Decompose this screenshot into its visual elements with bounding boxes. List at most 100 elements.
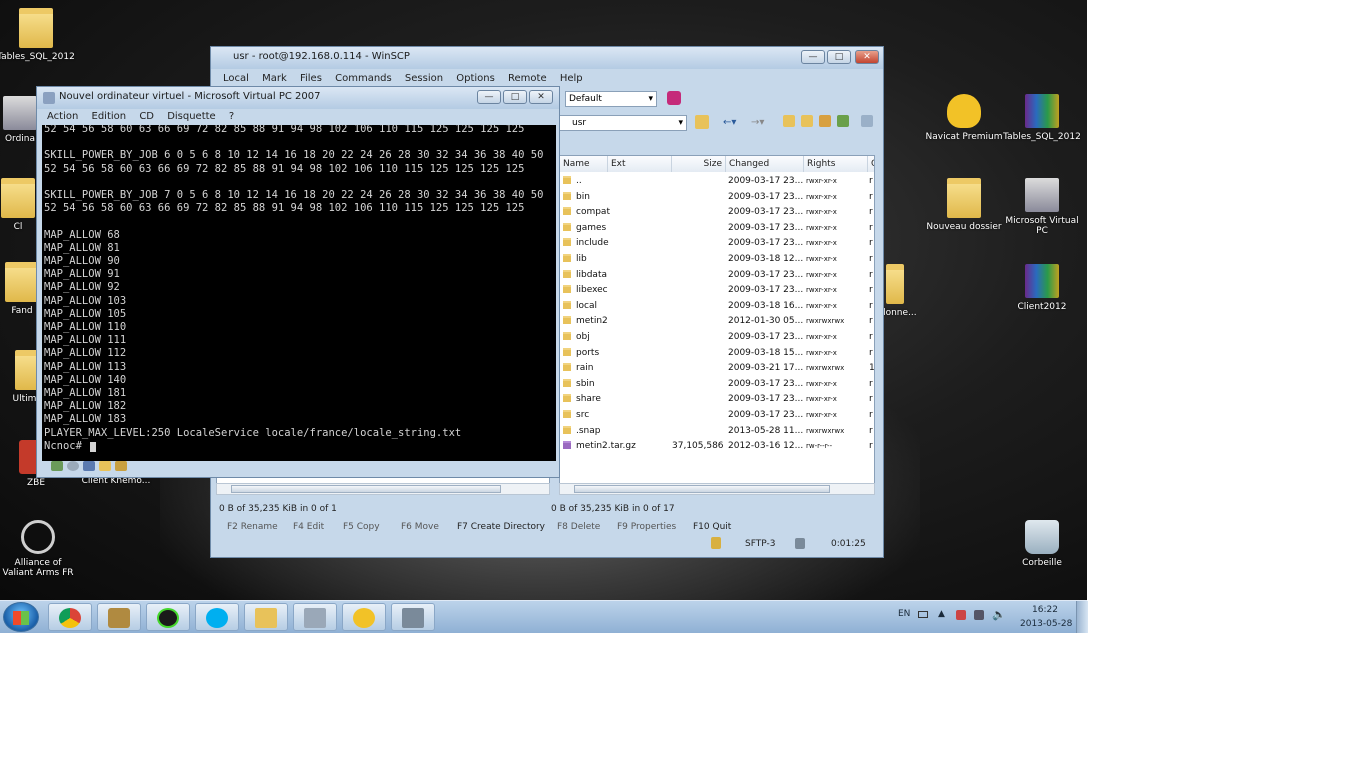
vm-console-screen[interactable]: 52 54 56 58 60 63 66 69 72 82 85 88 91 9… (42, 125, 556, 461)
open-folder-icon[interactable] (695, 115, 709, 129)
fkey-delete[interactable]: F8 Delete (557, 522, 600, 532)
maximize-button[interactable]: □ (827, 50, 851, 64)
column-header-rights[interactable]: Rights (804, 156, 868, 172)
table-row[interactable]: include 2009-03-17 23... rwxr-xr-x r (560, 236, 874, 251)
show-hidden-icons-icon[interactable]: ▲ (938, 609, 945, 619)
home-icon[interactable] (819, 115, 831, 127)
start-button[interactable] (3, 602, 39, 632)
keyboard-icon[interactable] (918, 611, 928, 618)
taskbar-navicat[interactable] (342, 603, 386, 631)
local-scrollbar[interactable] (216, 483, 550, 495)
menu-mark[interactable]: Mark (262, 73, 287, 84)
vpc-titlebar[interactable]: Nouvel ordinateur virtuel - Microsoft Vi… (37, 87, 559, 109)
table-row[interactable]: ports 2009-03-18 15... rwxr-xr-x r (560, 346, 874, 361)
taskbar-razer[interactable] (146, 603, 190, 631)
desktop-icon-corbeille[interactable]: Corbeille (1002, 520, 1082, 568)
refresh-icon[interactable] (837, 115, 849, 127)
table-row[interactable]: sbin 2009-03-17 23... rwxr-xr-x r (560, 377, 874, 392)
shared-folder-icon[interactable] (99, 461, 111, 471)
table-row[interactable]: src 2009-03-17 23... rwxr-xr-x r (560, 408, 874, 423)
fkey-quit[interactable]: F10 Quit (693, 522, 731, 532)
fkey-properties[interactable]: F9 Properties (617, 522, 676, 532)
table-row[interactable]: .snap 2013-05-28 11... rwxrwxrwx r (560, 424, 874, 439)
show-desktop-button[interactable] (1076, 601, 1088, 633)
taskbar-skype[interactable] (195, 603, 239, 631)
menu-files[interactable]: Files (300, 73, 322, 84)
language-indicator[interactable]: EN (898, 609, 910, 619)
table-row[interactable]: share 2009-03-17 23... rwxr-xr-x r (560, 392, 874, 407)
fkey-edit[interactable]: F4 Edit (293, 522, 324, 532)
menu-options[interactable]: Options (456, 73, 495, 84)
table-row[interactable]: metin2.tar.gz 37,105,586 2012-03-16 12... r… (560, 439, 874, 454)
cd-drive-icon[interactable] (67, 461, 79, 471)
parent-dir-icon[interactable] (783, 115, 795, 127)
maximize-button[interactable]: □ (503, 90, 527, 104)
winscp-titlebar[interactable]: usr - root@192.168.0.114 - WinSCP — □ ✕ (211, 47, 883, 69)
table-row[interactable]: compat 2009-03-17 23... rwxr-xr-x r (560, 205, 874, 220)
menu-action[interactable]: Action (47, 111, 78, 122)
root-dir-icon[interactable] (801, 115, 813, 127)
remote-scrollbar[interactable] (559, 483, 875, 495)
taskbar-game[interactable] (97, 603, 141, 631)
column-header-ext[interactable]: Ext (608, 156, 672, 172)
menu-cd[interactable]: CD (139, 111, 154, 122)
close-button[interactable]: ✕ (855, 50, 879, 64)
table-row[interactable]: lib 2009-03-18 12... rwxr-xr-x r (560, 252, 874, 267)
desktop-icon-nouveau-dossier[interactable]: Nouveau dossier (924, 178, 1004, 232)
fkey-move[interactable]: F6 Move (401, 522, 439, 532)
menu-edition[interactable]: Edition (92, 111, 127, 122)
volume-icon[interactable]: 🔈 (992, 608, 1006, 621)
clock-time[interactable]: 16:22 (1032, 605, 1058, 615)
table-row[interactable]: libexec 2009-03-17 23... rwxr-xr-x r (560, 283, 874, 298)
table-row[interactable]: .. 2009-03-17 23... rwxr-xr-x r (560, 174, 874, 189)
fkey-rename[interactable]: F2 Rename (227, 522, 278, 532)
taskbar-winscp[interactable] (391, 603, 435, 631)
fkey-create-directory[interactable]: F7 Create Directory (457, 522, 545, 532)
menu-remote[interactable]: Remote (508, 73, 547, 84)
taskbar-chrome[interactable] (48, 603, 92, 631)
network-icon[interactable] (974, 610, 984, 620)
column-header-owner[interactable]: O (868, 156, 874, 172)
network-icon[interactable] (51, 461, 63, 471)
forward-arrow-icon[interactable]: →▾ (751, 117, 764, 128)
menu-help[interactable]: Help (560, 73, 583, 84)
table-row[interactable]: bin 2009-03-17 23... rwxr-xr-x r (560, 190, 874, 205)
desktop-icon-ava[interactable]: Alliance of Valiant Arms FR (0, 520, 78, 578)
table-row[interactable]: games 2009-03-17 23... rwxr-xr-x r (560, 221, 874, 236)
minimize-button[interactable]: — (477, 90, 501, 104)
column-header-changed[interactable]: Changed (726, 156, 804, 172)
table-row[interactable]: libdata 2009-03-17 23... rwxr-xr-x r (560, 268, 874, 283)
desktop-icon-tables-sql-left[interactable]: Tables_SQL_2012 (0, 8, 76, 62)
table-row[interactable]: metin2 2012-01-30 05... rwxrwxrwx r (560, 314, 874, 329)
action-center-icon[interactable] (956, 610, 966, 620)
menu-session[interactable]: Session (405, 73, 443, 84)
session-select[interactable]: Default ▾ (565, 91, 657, 107)
virtual-pc-window[interactable]: Nouvel ordinateur virtuel - Microsoft Vi… (36, 86, 560, 478)
menu-disquette[interactable]: Disquette (167, 111, 216, 122)
tree-view-icon[interactable] (861, 115, 873, 127)
taskbar-virtual-pc[interactable] (293, 603, 337, 631)
floppy-icon[interactable] (83, 461, 95, 471)
desktop-icon-client2012[interactable]: Client2012 (1002, 264, 1082, 312)
table-row[interactable]: rain 2009-03-21 17... rwxrwxrwx 1 (560, 361, 874, 376)
desktop-icon-virtual-pc[interactable]: Microsoft Virtual PC (1002, 178, 1082, 236)
menu-local[interactable]: Local (223, 73, 249, 84)
hard-disk-icon[interactable] (115, 461, 127, 471)
close-button[interactable]: ✕ (529, 90, 553, 104)
session-color-icon[interactable] (667, 91, 681, 105)
menu-commands[interactable]: Commands (335, 73, 392, 84)
remote-path-select[interactable]: usr ▾ (559, 115, 687, 131)
table-row[interactable]: obj 2009-03-17 23... rwxr-xr-x r (560, 330, 874, 345)
menu-help[interactable]: ? (229, 111, 234, 122)
remote-file-pane[interactable]: Name Ext Size Changed Rights O .. 2009-03… (559, 155, 875, 485)
minimize-button[interactable]: — (801, 50, 825, 64)
taskbar-explorer[interactable] (244, 603, 288, 631)
clock-date[interactable]: 2013-05-28 (1020, 619, 1072, 629)
table-row[interactable]: local 2009-03-18 16... rwxr-xr-x r (560, 299, 874, 314)
column-header-size[interactable]: Size (672, 156, 726, 172)
desktop-icon-navicat[interactable]: Navicat Premium (924, 94, 1004, 142)
desktop-icon-tables-sql-right[interactable]: Tables_SQL_2012 (1002, 94, 1082, 142)
back-arrow-icon[interactable]: ←▾ (723, 117, 736, 128)
column-header-name[interactable]: Name (560, 156, 608, 172)
fkey-copy[interactable]: F5 Copy (343, 522, 380, 532)
